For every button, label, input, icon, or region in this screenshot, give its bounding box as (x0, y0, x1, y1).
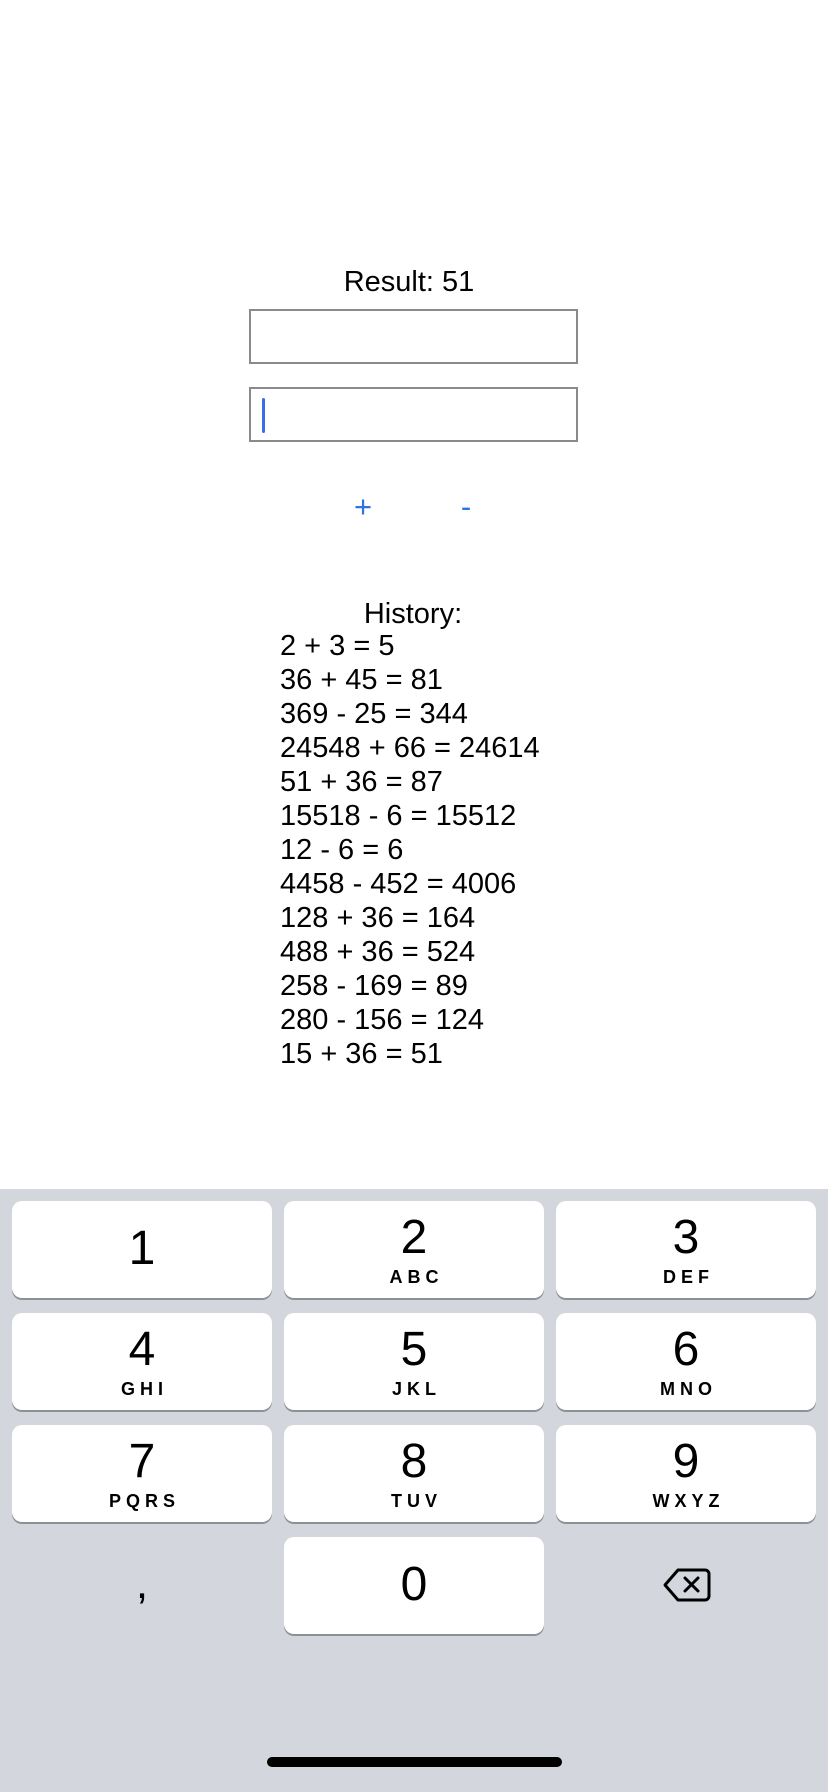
key-letters: ABC (389, 1267, 444, 1287)
history-entry: 4458 - 452 = 4006 (280, 868, 517, 900)
comma-glyph: , (135, 1559, 149, 1608)
key-digit: 1 (128, 1222, 156, 1275)
history-entry: 258 - 169 = 89 (280, 970, 468, 1002)
key-4[interactable]: 4 GHI (12, 1313, 272, 1410)
result-label: Result: 51 (343, 266, 475, 298)
history-entry: 15 + 36 = 51 (280, 1038, 443, 1070)
history-entry: 51 + 36 = 87 (280, 766, 443, 798)
key-0[interactable]: 0 (284, 1537, 544, 1634)
key-letters: TUV (391, 1491, 442, 1511)
first-number-field[interactable] (249, 309, 578, 364)
history-entry: 15518 - 6 = 15512 (280, 800, 517, 832)
key-5[interactable]: 5 JKL (284, 1313, 544, 1410)
key-digit: 2 (400, 1211, 428, 1264)
add-button[interactable]: + (333, 482, 393, 532)
home-indicator (267, 1757, 562, 1767)
key-letters: MNO (660, 1379, 717, 1399)
key-digit: 3 (672, 1211, 700, 1264)
history-entry: 128 + 36 = 164 (280, 902, 476, 934)
subtract-button[interactable]: - (436, 482, 496, 532)
key-comma[interactable]: , (12, 1537, 272, 1634)
history-title: History: (363, 598, 463, 630)
second-number-input[interactable] (251, 389, 576, 440)
key-2[interactable]: 2 ABC (284, 1201, 544, 1298)
history-list: 2 + 3 = 5 36 + 45 = 81 369 - 25 = 344 24… (280, 629, 540, 1071)
key-1[interactable]: 1 (12, 1201, 272, 1298)
key-letters: DEF (663, 1267, 714, 1287)
key-digit: 0 (400, 1558, 428, 1611)
history-entry: 369 - 25 = 344 (280, 698, 468, 730)
key-digit: 4 (128, 1323, 156, 1376)
history-entry: 12 - 6 = 6 (280, 834, 404, 866)
history-entry: 280 - 156 = 124 (280, 1004, 484, 1036)
key-digit: 6 (672, 1323, 700, 1376)
key-3[interactable]: 3 DEF (556, 1201, 816, 1298)
key-letters: WXYZ (652, 1491, 725, 1511)
second-number-field[interactable] (249, 387, 578, 442)
key-6[interactable]: 6 MNO (556, 1313, 816, 1410)
history-entry: 488 + 36 = 524 (280, 936, 476, 968)
key-letters: GHI (120, 1379, 168, 1399)
key-7[interactable]: 7 PQRS (12, 1425, 272, 1522)
key-digit: 8 (400, 1435, 428, 1488)
key-digit: 9 (672, 1435, 700, 1488)
key-letters: JKL (391, 1379, 441, 1399)
key-8[interactable]: 8 TUV (284, 1425, 544, 1522)
key-digit: 5 (400, 1323, 428, 1376)
history-entry: 2 + 3 = 5 (280, 630, 395, 662)
backspace-icon (663, 1568, 711, 1602)
key-9[interactable]: 9 WXYZ (556, 1425, 816, 1522)
numeric-keyboard: 1 2 ABC 3 DEF 4 GHI 5 JKL 6 MNO 7 PQRS 8… (0, 1189, 828, 1792)
text-cursor (262, 398, 265, 433)
key-digit: 7 (128, 1435, 156, 1488)
first-number-input[interactable] (251, 311, 576, 362)
key-backspace[interactable] (556, 1537, 816, 1634)
history-entry: 36 + 45 = 81 (280, 664, 443, 696)
key-letters: PQRS (108, 1491, 180, 1511)
history-entry: 24548 + 66 = 24614 (280, 732, 540, 764)
